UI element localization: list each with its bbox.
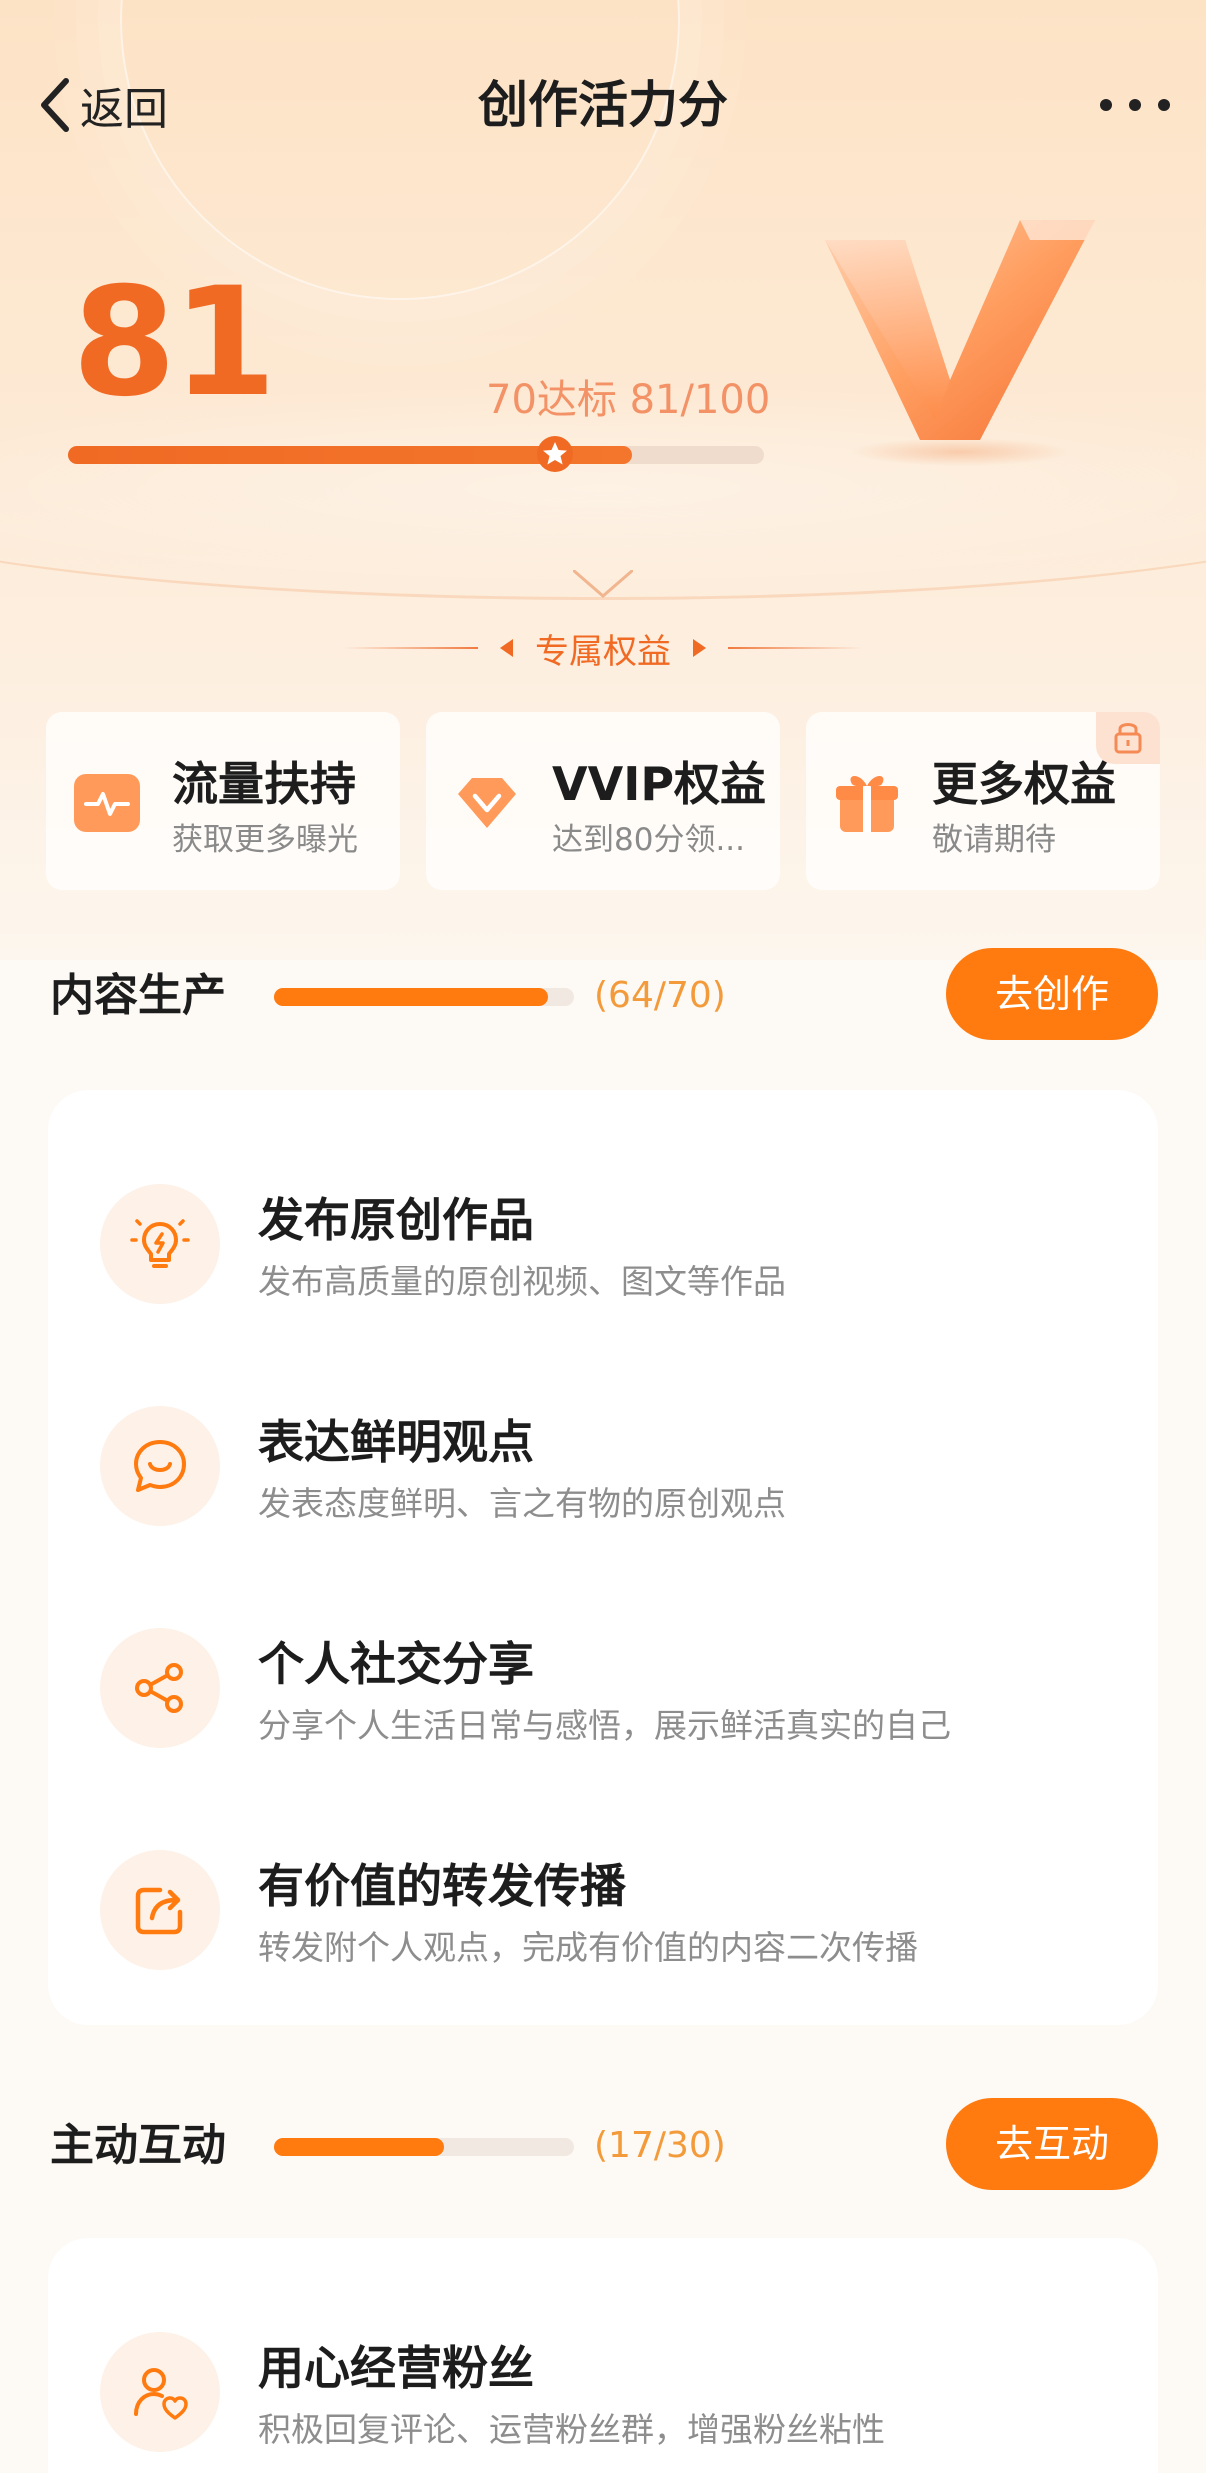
score-progress-bar [68,436,764,472]
item-title: 有价值的转发传播 [258,1859,626,1913]
section-title: 主动互动 [50,2120,226,2171]
item-title: 用心经营粉丝 [258,2341,534,2395]
page-title: 创作活力分 [478,76,728,134]
section-progress-bar [274,988,574,1006]
go-create-button[interactable]: 去创作 [946,948,1158,1040]
score-value: 81 [72,256,277,430]
section-active-interaction: 主动互动 (17/30) 去互动 [0,2098,1206,2194]
top-nav: 返回 创作活力分 [0,60,1206,150]
vvip-diamond-icon [458,778,516,828]
section-progress-bar [274,2138,574,2156]
section-progress-fill [274,988,549,1006]
benefit-desc: 获取更多曝光 [172,822,358,858]
lightbulb-icon [130,1219,190,1268]
forward-icon [135,1887,183,1935]
hero-notch-icon [573,570,633,598]
item-title: 个人社交分享 [258,1637,534,1691]
item-icon-circle [100,1628,220,1748]
item-title: 表达鲜明观点 [258,1415,534,1469]
list-item[interactable]: 表达鲜明观点 发表态度鲜明、言之有物的原创观点 [48,1382,1158,1582]
benefit-desc: 达到80分领... [552,822,746,858]
lock-badge [1096,712,1160,764]
active-interaction-card: 用心经营粉丝 积极回复评论、运营粉丝群，增强粉丝粘性 [48,2238,1158,2473]
section-progress-fill [274,2138,444,2156]
divider-line [728,647,863,649]
item-icon-circle [100,1406,220,1526]
more-dot-icon [1129,99,1141,111]
traffic-icon [74,774,140,832]
v-logo-icon [825,220,1095,466]
benefit-title: 更多权益 [932,757,1116,811]
go-interact-button[interactable]: 去互动 [946,2098,1158,2190]
section-count: (64/70) [594,975,726,1016]
score-progress-text: 70达标 81/100 [486,377,771,423]
more-dot-icon [1158,99,1170,111]
item-desc: 发表态度鲜明、言之有物的原创观点 [258,1484,786,1523]
triangle-left-icon [500,639,513,657]
benefits-heading-text: 专属权益 [535,631,671,672]
smile-bubble-icon [134,1440,186,1492]
item-title: 发布原创作品 [258,1193,534,1247]
triangle-right-icon [693,639,706,657]
item-desc: 发布高质量的原创视频、图文等作品 [258,1262,786,1301]
section-content-production: 内容生产 (64/70) 去创作 [0,948,1206,1044]
benefit-title: 流量扶持 [172,757,356,811]
benefit-card-more[interactable]: 更多权益 敬请期待 [806,712,1160,890]
list-item[interactable]: 发布原创作品 发布高质量的原创视频、图文等作品 [48,1160,1158,1360]
fan-heart-icon [134,2368,188,2420]
item-desc: 积极回复评论、运营粉丝群，增强粉丝粘性 [258,2410,885,2449]
more-dot-icon [1100,99,1112,111]
benefits-heading: 专属权益 [0,620,1206,676]
section-title: 内容生产 [50,970,226,1021]
target-star-icon [537,436,574,472]
share-icon [135,1663,183,1713]
benefit-title: VVIP权益 [552,757,767,811]
list-item[interactable]: 有价值的转发传播 转发附个人观点，完成有价值的内容二次传播 [48,1826,1158,2026]
gift-icon [836,776,898,832]
section-count: (17/30) [594,2125,726,2166]
benefit-card-vvip[interactable]: VVIP权益 达到80分领... [426,712,780,890]
item-icon-circle [100,1184,220,1304]
benefit-card-traffic[interactable]: 流量扶持 获取更多曝光 [46,712,400,890]
benefit-desc: 敬请期待 [932,822,1056,858]
item-icon-circle [100,2332,220,2452]
more-button[interactable] [1100,78,1170,132]
divider-line [343,647,478,649]
content-production-card: 发布原创作品 发布高质量的原创视频、图文等作品 表达鲜明观点 发表态度鲜明、言之… [48,1090,1158,2025]
item-desc: 分享个人生活日常与感悟，展示鲜活真实的自己 [258,1706,951,1745]
list-item[interactable]: 用心经营粉丝 积极回复评论、运营粉丝群，增强粉丝粘性 [48,2308,1158,2473]
list-item[interactable]: 个人社交分享 分享个人生活日常与感悟，展示鲜活真实的自己 [48,1604,1158,1804]
hero-decoration [120,0,680,300]
item-desc: 转发附个人观点，完成有价值的内容二次传播 [258,1928,918,1967]
item-icon-circle [100,1850,220,1970]
lock-icon [1114,723,1142,754]
